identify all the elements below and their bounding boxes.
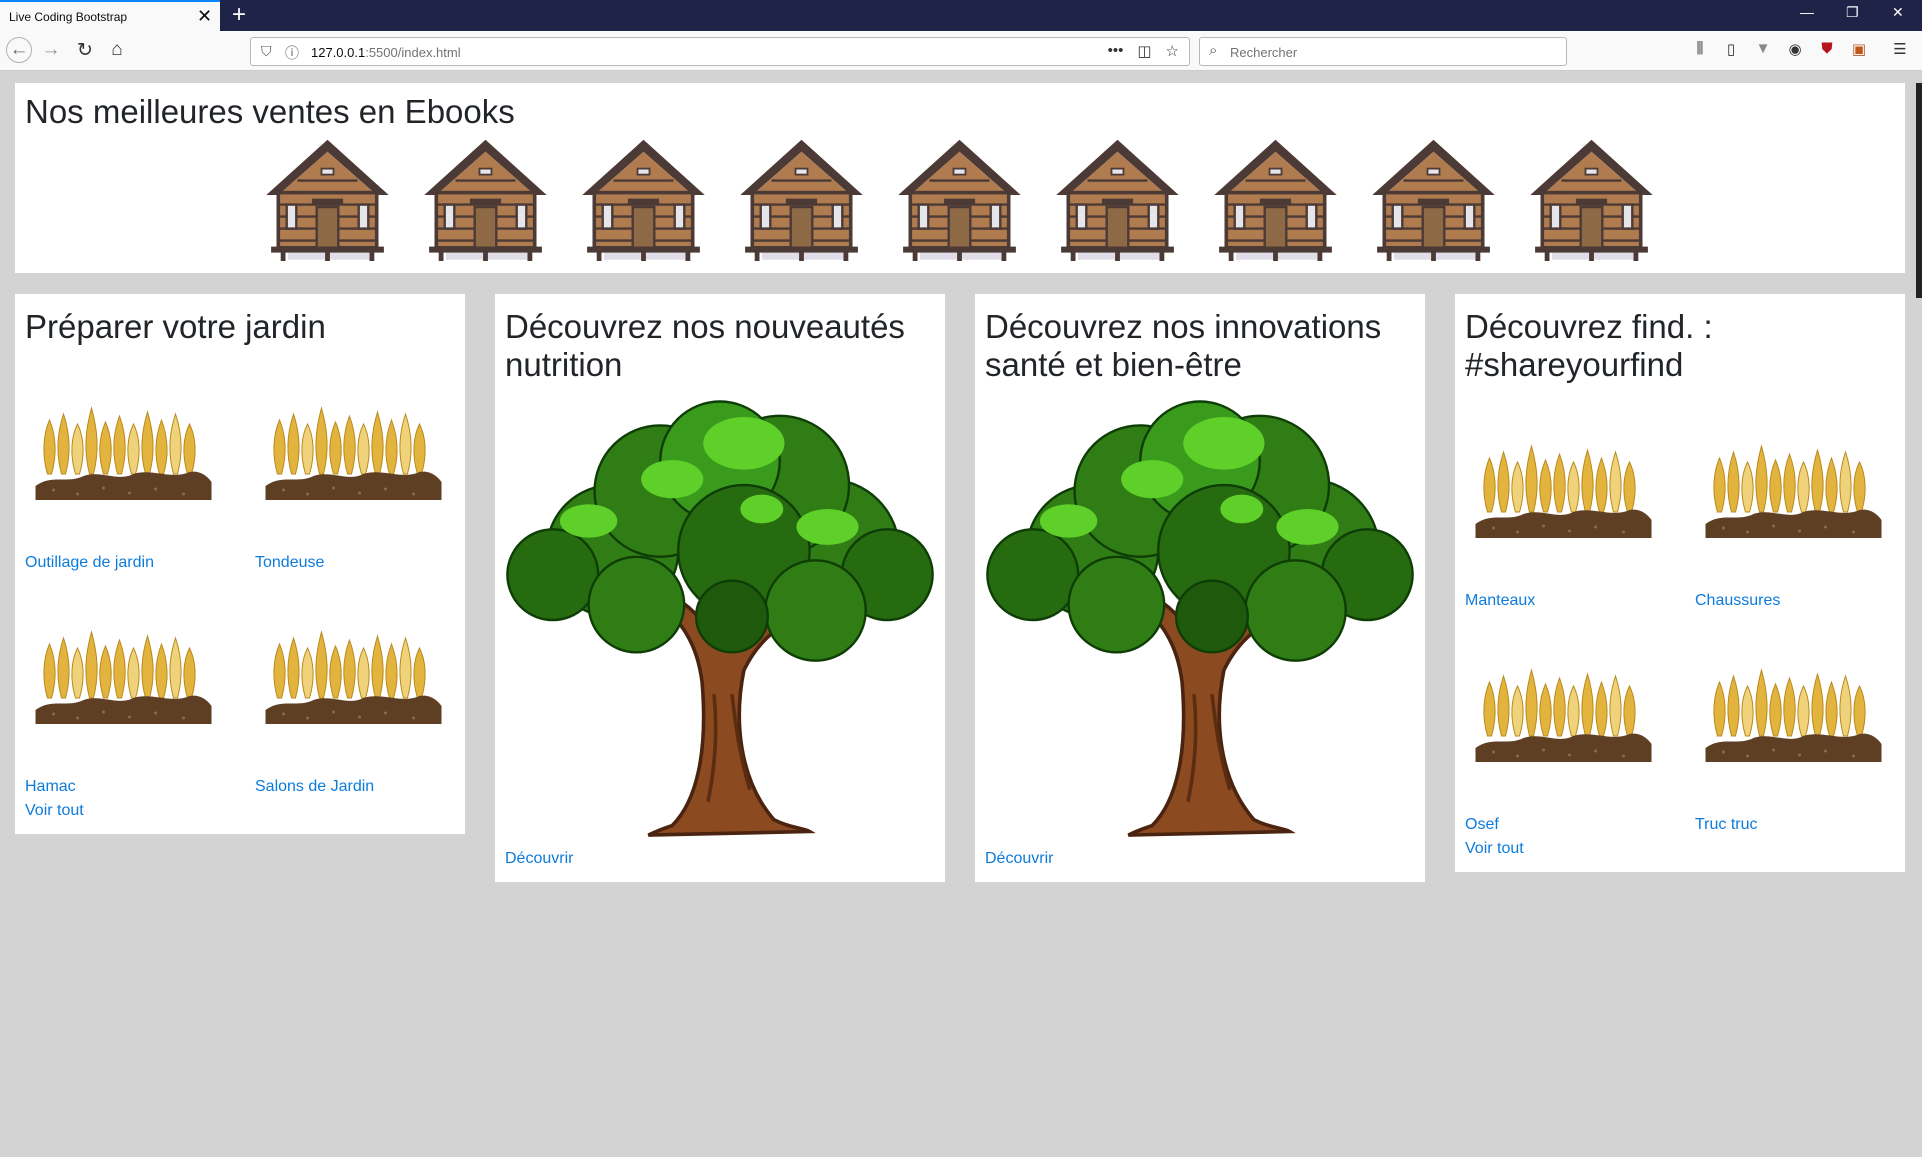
home-icon[interactable]: ⌂ <box>104 37 130 63</box>
more-actions-icon[interactable]: ••• <box>1108 42 1124 60</box>
ebook-house-image[interactable] <box>1050 135 1185 267</box>
garden-item-1-image[interactable] <box>31 394 216 504</box>
browser-toolbar: ← → ↻ ⌂ ⛉ ⓘ 127.0.0.1:5500/index.html ••… <box>0 31 1922 71</box>
browser-tab[interactable]: Live Coding Bootstrap ✕ <box>0 0 220 32</box>
ublock-icon[interactable]: ⛊ <box>1817 40 1837 57</box>
search-placeholder: Rechercher <box>1230 45 1298 60</box>
sidebar-icon[interactable]: ▯ <box>1721 40 1741 58</box>
new-tab-icon[interactable]: + <box>232 2 246 28</box>
nutrition-title-line2: nutrition <box>505 346 623 383</box>
health-title-line2: santé et bien-être <box>985 346 1242 383</box>
reload-icon[interactable]: ↻ <box>72 37 98 63</box>
garden-link-tondeuse[interactable]: Tondeuse <box>255 554 324 572</box>
garden-item-4-image[interactable] <box>261 618 446 728</box>
find-card: Découvrez find. : #shareyourfind Manteau… <box>1455 294 1905 872</box>
account-icon[interactable]: ◉ <box>1785 40 1805 58</box>
shield-icon[interactable]: ⛉ <box>261 43 272 60</box>
find-item-4-image[interactable] <box>1701 656 1886 766</box>
garden-title: Préparer votre jardin <box>25 308 326 345</box>
addon-icon[interactable]: ▣ <box>1849 40 1869 58</box>
garden-item-3-image[interactable] <box>31 618 216 728</box>
health-title-line1: Découvrez nos innovations <box>985 308 1382 345</box>
health-tree-image[interactable] <box>985 394 1415 839</box>
find-title-line2: #shareyourfind <box>1465 346 1684 383</box>
garden-link-hamac[interactable]: Hamac <box>25 778 76 796</box>
close-window-icon[interactable]: ✕ <box>1892 4 1904 20</box>
nutrition-title: Découvrez nos nouveautés nutrition <box>505 308 905 384</box>
find-link-manteaux[interactable]: Manteaux <box>1465 592 1535 610</box>
menu-icon[interactable]: ☰ <box>1890 40 1910 58</box>
health-discover-link[interactable]: Découvrir <box>985 850 1053 868</box>
find-title-line1: Découvrez find. : <box>1465 308 1713 345</box>
nutrition-tree-image[interactable] <box>505 394 935 839</box>
ebook-house-image[interactable] <box>734 135 869 267</box>
garden-link-salons[interactable]: Salons de Jardin <box>255 778 374 796</box>
find-item-3-image[interactable] <box>1471 656 1656 766</box>
ebook-house-image[interactable] <box>1524 135 1659 267</box>
info-icon[interactable]: ⓘ <box>285 43 299 63</box>
library-icon[interactable]: ⫼ <box>1690 40 1710 57</box>
find-see-all-link[interactable]: Voir tout <box>1465 840 1524 858</box>
back-icon[interactable]: ← <box>6 37 32 63</box>
minimize-icon[interactable]: — <box>1800 4 1814 20</box>
restore-icon[interactable]: ❐ <box>1846 4 1859 20</box>
ebook-house-image[interactable] <box>260 135 395 267</box>
ebook-house-image[interactable] <box>892 135 1027 267</box>
find-link-truc-truc[interactable]: Truc truc <box>1695 816 1758 834</box>
ebook-house-image[interactable] <box>418 135 553 267</box>
ebooks-title: Nos meilleures ventes en Ebooks <box>25 93 515 130</box>
url-host: 127.0.0.1 <box>311 45 366 60</box>
tab-title: Live Coding Bootstrap <box>9 10 128 24</box>
find-item-2-image[interactable] <box>1701 432 1886 542</box>
browser-titlebar: Live Coding Bootstrap ✕ + — ❐ ✕ <box>0 0 1922 32</box>
find-link-osef[interactable]: Osef <box>1465 816 1499 834</box>
nutrition-discover-link[interactable]: Découvrir <box>505 850 573 868</box>
find-link-chaussures[interactable]: Chaussures <box>1695 592 1780 610</box>
garden-item-2-image[interactable] <box>261 394 446 504</box>
url-bar-actions: ••• ◫ ☆ <box>1108 42 1179 60</box>
nutrition-title-line1: Découvrez nos nouveautés <box>505 308 905 345</box>
ebook-house-image[interactable] <box>1366 135 1501 267</box>
search-input[interactable]: ⌕ Rechercher <box>1199 37 1567 66</box>
find-item-1-image[interactable] <box>1471 432 1656 542</box>
url-bar[interactable]: ⛉ ⓘ 127.0.0.1:5500/index.html ••• ◫ ☆ <box>250 37 1190 66</box>
bookmark-star-icon[interactable]: ☆ <box>1166 42 1179 60</box>
ebook-house-image[interactable] <box>1208 135 1343 267</box>
search-icon: ⌕ <box>1209 42 1218 59</box>
pocket-icon[interactable]: ◫ <box>1137 42 1151 60</box>
garden-card: Préparer votre jardin Outillage de jardi… <box>15 294 465 834</box>
ebooks-card: Nos meilleures ventes en Ebooks <box>15 83 1905 273</box>
find-title: Découvrez find. : #shareyourfind <box>1465 308 1713 384</box>
page-scrollbar[interactable] <box>1916 83 1922 298</box>
garden-link-outillage[interactable]: Outillage de jardin <box>25 554 154 572</box>
forward-icon[interactable]: → <box>38 37 64 63</box>
close-tab-icon[interactable]: ✕ <box>197 7 212 25</box>
garden-see-all-link[interactable]: Voir tout <box>25 802 84 820</box>
extension-icon[interactable]: ▼ <box>1753 40 1773 57</box>
ebook-house-image[interactable] <box>576 135 711 267</box>
url-path: :5500/index.html <box>365 45 461 60</box>
health-card: Découvrez nos innovations santé et bien-… <box>975 294 1425 882</box>
url-text: 127.0.0.1:5500/index.html <box>311 45 461 60</box>
health-title: Découvrez nos innovations santé et bien-… <box>985 308 1381 384</box>
nutrition-card: Découvrez nos nouveautés nutrition Décou… <box>495 294 945 882</box>
